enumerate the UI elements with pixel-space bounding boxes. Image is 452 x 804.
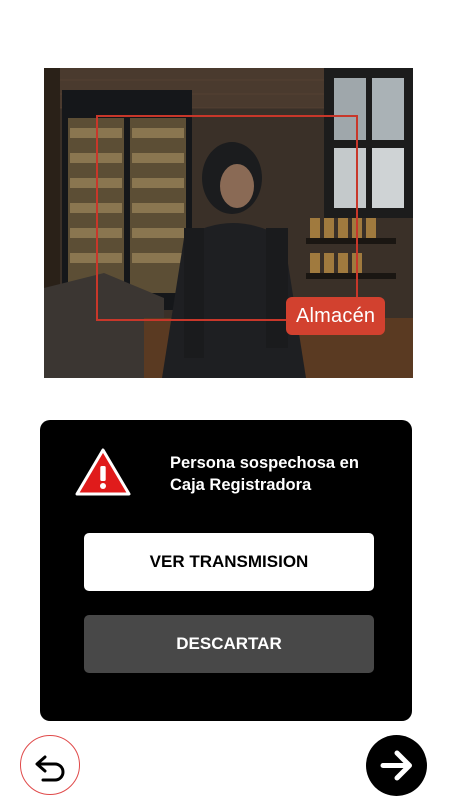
page: Almacén Persona sospechosa en Caja Regis… xyxy=(0,0,452,804)
alert-card: Persona sospechosa en Caja Registradora … xyxy=(40,420,412,721)
view-stream-button[interactable]: VER TRANSMISION xyxy=(84,533,374,591)
back-button[interactable] xyxy=(20,735,80,795)
undo-arrow-icon xyxy=(35,755,65,782)
alert-message: Persona sospechosa en Caja Registradora xyxy=(170,452,400,496)
zone-label: Almacén xyxy=(286,297,386,335)
arrow-right-icon xyxy=(380,750,412,781)
warning-triangle-icon xyxy=(74,446,132,498)
dismiss-button[interactable]: DESCARTAR xyxy=(84,615,374,673)
alert-message-line2: Caja Registradora xyxy=(170,476,312,494)
detection-box xyxy=(96,115,358,321)
camera-feed[interactable]: Almacén xyxy=(44,68,413,378)
next-button[interactable] xyxy=(366,735,427,796)
alert-message-line1: Persona sospechosa en xyxy=(170,454,359,472)
